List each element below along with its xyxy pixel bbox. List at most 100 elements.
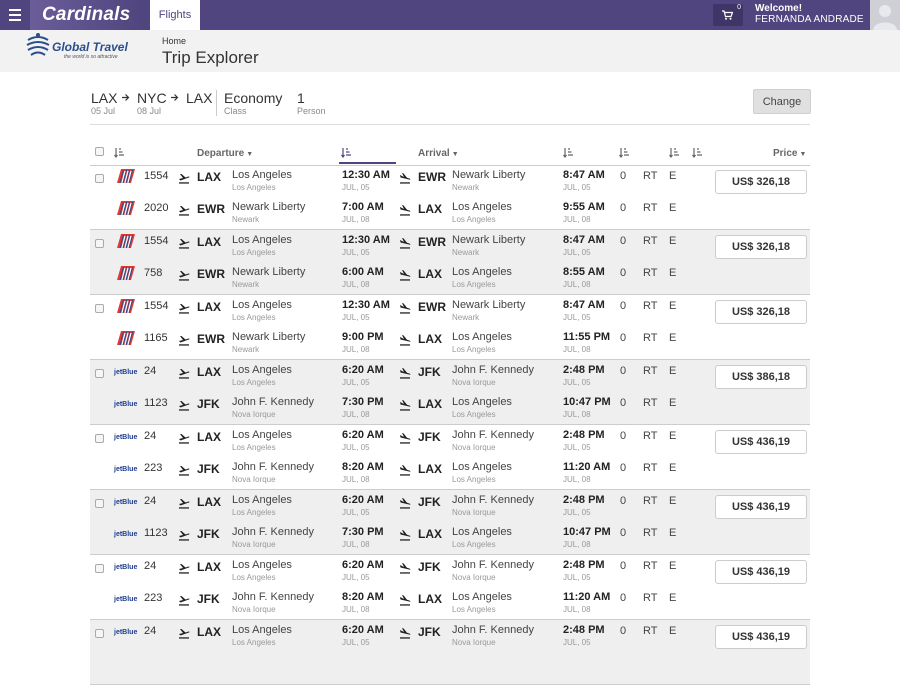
flight-segment[interactable]: 1554 LAX Los Angeles Los Angeles 12:30 AM JUL… [90,295,810,327]
arrival-area: Newark [452,183,480,192]
departure-plane-icon [178,301,190,314]
arrival-plane-icon [399,626,411,639]
departure-area: Los Angeles [232,248,276,257]
price-button[interactable]: US$ 436,19 [715,560,807,584]
arrival-date: JUL, 05 [563,183,591,192]
active-sort-indicator [339,162,396,164]
price-button[interactable]: US$ 326,18 [715,300,807,324]
change-search-button[interactable]: Change [753,89,811,114]
user-greeting[interactable]: Welcome! FERNANDA ANDRADE [755,3,864,25]
result-group: 1554 LAX Los Angeles Los Angeles 12:30 AM JUL… [90,295,810,360]
trip-type: RT [643,332,658,344]
price-button[interactable]: US$ 326,18 [715,170,807,194]
flight-segment[interactable]: 2020 EWR Newark Liberty Newark 7:00 AM JUL, 0… [90,197,810,229]
flight-number: 24 [144,495,157,507]
price-button[interactable]: US$ 386,18 [715,365,807,389]
arrival-code: JFK [418,495,441,509]
stops-count: 0 [620,560,627,572]
results-header: Departure ▼ Arrival ▼ Price ▼ [90,141,810,166]
flight-segment[interactable]: jetBlue 24 LAX Los Angeles Los Angeles 6:20 A… [90,360,810,392]
jetblue-logo: jetBlue [114,434,138,441]
departure-plane-icon [178,463,190,476]
price-button[interactable]: US$ 436,19 [715,430,807,454]
arrival-area: Newark [452,248,480,257]
arrival-plane-icon [399,301,411,314]
tab-flights[interactable]: Flights [150,0,200,30]
departure-area: Nova Iorque [232,410,276,419]
result-group: jetBlue 24 LAX Los Angeles Los Angeles 6:20 A… [90,555,810,620]
menu-icon[interactable] [9,9,21,21]
departure-city: Los Angeles [232,624,292,636]
departure-area: Nova Iorque [232,540,276,549]
flight-segment[interactable]: jetBlue 24 LAX Los Angeles Los Angeles 6:20 A… [90,620,810,652]
avatar[interactable] [870,0,900,30]
brand-name: Cardinals [42,4,131,25]
cart-icon [722,10,733,20]
arrival-area: Newark [452,313,480,322]
departure-city: Los Angeles [232,559,292,571]
arrival-date: JUL, 08 [563,345,591,354]
arrival-plane-icon [399,593,411,606]
column-departure[interactable]: Departure ▼ [197,148,253,159]
arrival-city: Los Angeles [452,526,512,538]
stops-count: 0 [620,495,627,507]
flight-segment[interactable]: 1554 LAX Los Angeles Los Angeles 12:30 AM JUL… [90,230,810,262]
price-button[interactable]: US$ 436,19 [715,495,807,519]
sort-icon[interactable] [114,147,125,158]
arrival-date: JUL, 05 [563,248,591,257]
arrival-code: EWR [418,235,446,249]
price-button[interactable]: US$ 436,19 [715,625,807,649]
arrival-city: Los Angeles [452,266,512,278]
price-button[interactable]: US$ 326,18 [715,235,807,259]
arrival-plane-icon [399,561,411,574]
departure-code: LAX [197,430,221,444]
arrival-time: 8:55 AM [563,266,605,278]
flight-segment[interactable]: jetBlue 24 LAX Los Angeles Los Angeles 6:20 A… [90,555,810,587]
fare-class: E [669,495,677,507]
top-bar: Cardinals Flights 0 Welcome! FERNANDA AN… [0,0,900,30]
fare-class: E [669,300,677,312]
departure-city: Los Angeles [232,364,292,376]
global-travel-logo[interactable]: Global Travel the world is so attractive [24,32,134,66]
departure-city: John F. Kennedy [232,461,314,473]
flight-segment[interactable]: 758 EWR Newark Liberty Newark 6:00 AM JUL, 08… [90,262,810,294]
departure-plane-icon [178,496,190,509]
arrival-time: 2:48 PM [563,494,605,506]
sort-icon[interactable] [341,147,352,158]
column-price[interactable]: Price ▼ [773,148,806,159]
column-arrival[interactable]: Arrival ▼ [418,148,459,159]
brand[interactable]: Cardinals [30,0,142,30]
departure-plane-icon [178,398,190,411]
departure-time: 9:00 PM [342,331,384,343]
flight-segment[interactable]: jetBlue 24 LAX Los Angeles Los Angeles 6:20 A… [90,425,810,457]
arrow-right-icon [171,94,179,101]
page-header [0,30,900,72]
united-logo-icon [114,233,136,249]
flight-segment[interactable]: jetBlue 1123 JFK John F. Kennedy Nova Iorque… [90,522,810,554]
sort-icon[interactable] [619,147,630,158]
flight-segment[interactable]: jetBlue 24 LAX Los Angeles Los Angeles 6:20 A… [90,490,810,522]
departure-area: Los Angeles [232,508,276,517]
departure-city: John F. Kennedy [232,591,314,603]
departure-time: 12:30 AM [342,234,390,246]
departure-city: Newark Liberty [232,266,306,278]
sort-icon[interactable] [669,147,680,158]
route-origin: LAX [91,90,118,106]
flight-segment[interactable]: 1165 EWR Newark Liberty Newark 9:00 PM JUL, 0… [90,327,810,359]
flight-number: 1554 [144,170,169,182]
sort-icon[interactable] [692,147,703,158]
select-all-checkbox[interactable] [95,147,104,156]
departure-code: EWR [197,332,225,346]
flight-segment[interactable]: 1554 LAX Los Angeles Los Angeles 12:30 AM JUL… [90,165,810,197]
flight-segment[interactable]: jetBlue 223 JFK John F. Kennedy Nova Iorque 8… [90,587,810,619]
flight-segment[interactable]: jetBlue 223 JFK John F. Kennedy Nova Iorque 8… [90,457,810,489]
departure-date: JUL, 05 [342,508,370,517]
departure-code: LAX [197,560,221,574]
sort-icon[interactable] [563,147,574,158]
departure-time: 12:30 AM [342,299,390,311]
flight-segment[interactable]: jetBlue 1123 JFK John F. Kennedy Nova Iorque… [90,392,810,424]
cart-button[interactable]: 0 [713,4,743,26]
departure-plane-icon [178,203,190,216]
trip-type: RT [643,560,658,572]
breadcrumb-home[interactable]: Home [162,36,186,46]
